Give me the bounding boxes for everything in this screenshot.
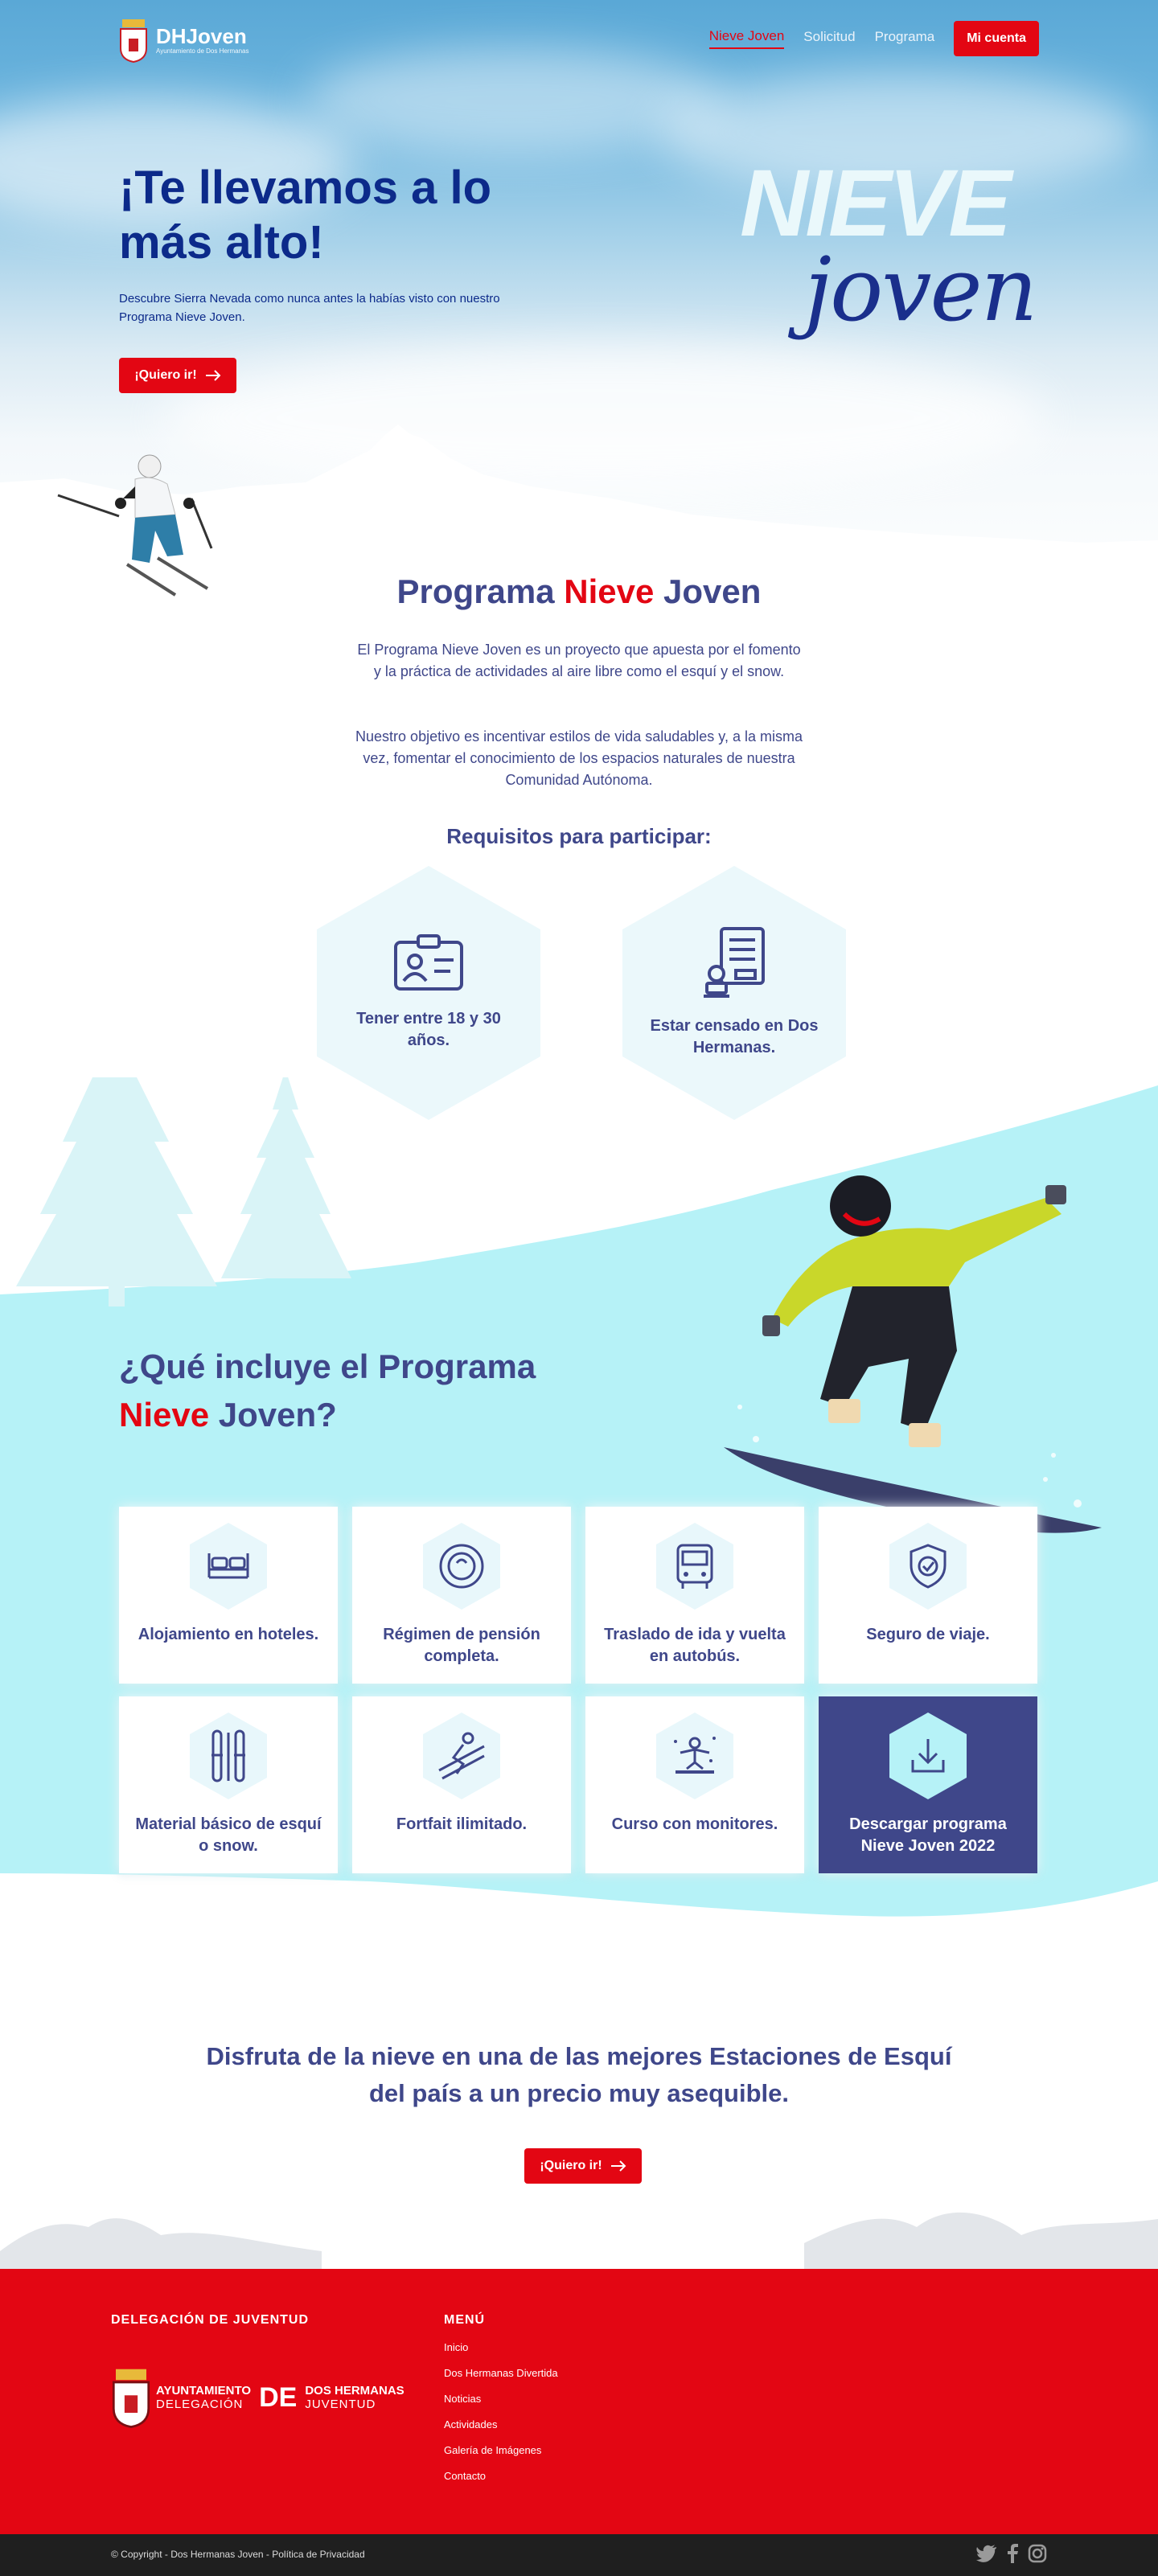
copyright: © Copyright - Dos Hermanas Joven - Polít… bbox=[111, 2549, 365, 2560]
account-button[interactable]: Mi cuenta bbox=[954, 21, 1039, 56]
includes-title: ¿Qué incluye el Programa Nieve Joven? bbox=[119, 1343, 634, 1439]
nav-link-solicitud[interactable]: Solicitud bbox=[803, 29, 855, 48]
certificate-stamp-icon bbox=[704, 927, 765, 998]
include-card-bus: Traslado de ida y vuelta en autobús. bbox=[585, 1507, 804, 1684]
include-hotels-text: Alojamiento en hoteles. bbox=[138, 1626, 319, 1643]
include-course-text: Curso con monitores. bbox=[611, 1815, 778, 1833]
brand-joven: joven bbox=[804, 238, 1037, 341]
arrow-right-icon bbox=[205, 370, 221, 381]
download-icon bbox=[911, 1739, 945, 1773]
footer-heading-menu: MENÚ bbox=[444, 2313, 486, 2327]
include-bus-text: Traslado de ida y vuelta en autobús. bbox=[604, 1626, 786, 1665]
download-program-text: Descargar programa Nieve Joven 2022 bbox=[849, 1815, 1007, 1855]
instagram-icon[interactable] bbox=[1028, 2544, 1047, 2563]
footer-logo-juventud: JUVENTUD bbox=[305, 2398, 376, 2411]
logo-title: DHJoven bbox=[156, 24, 247, 48]
program-title: Programa Nieve Joven bbox=[0, 572, 1158, 611]
footer-logo-de: DE bbox=[259, 2381, 298, 2413]
bottom-bar: © Copyright - Dos Hermanas Joven - Polít… bbox=[0, 2534, 1158, 2576]
include-card-insurance: Seguro de viaje. bbox=[819, 1507, 1037, 1684]
shield-check-icon bbox=[910, 1544, 947, 1589]
hero-description: Descubre Sierra Nevada como nunca antes … bbox=[119, 292, 500, 324]
includes-title-part3: Joven? bbox=[209, 1396, 337, 1434]
skis-icon bbox=[211, 1729, 245, 1782]
requirements-title: Requisitos para participar: bbox=[446, 824, 712, 848]
bed-icon bbox=[207, 1553, 249, 1579]
program-title-highlight: Nieve bbox=[564, 572, 655, 610]
coat-of-arms-icon bbox=[120, 19, 147, 63]
program-title-part3: Joven bbox=[654, 572, 762, 610]
coat-of-arms-icon bbox=[112, 2369, 150, 2428]
footer-link-actividades[interactable]: Actividades bbox=[444, 2417, 558, 2443]
facebook-icon[interactable] bbox=[1007, 2544, 1018, 2563]
bus-icon bbox=[676, 1544, 713, 1589]
download-program-card[interactable]: Descargar programa Nieve Joven 2022 bbox=[819, 1696, 1037, 1873]
twitter-icon[interactable] bbox=[976, 2545, 997, 2562]
footer-menu: Inicio Dos Hermanas Divertida Noticias A… bbox=[444, 2340, 558, 2494]
include-forfait-text: Fortfait ilimitado. bbox=[396, 1815, 528, 1833]
snowboarder-illustration bbox=[724, 1175, 1102, 1533]
hero-section: DHJoven Ayuntamiento de Dos Hermanas Nie… bbox=[0, 0, 1158, 611]
cta-button-label: ¡Quiero ir! bbox=[540, 2159, 602, 2172]
cta-title: Disfruta de la nieve en una de las mejor… bbox=[206, 2042, 952, 2107]
program-title-part1: Programa bbox=[396, 572, 565, 610]
include-card-course: Curso con monitores. bbox=[585, 1696, 804, 1873]
footer-logo-ayuntamiento: AYUNTAMIENTO bbox=[156, 2384, 252, 2398]
id-card-icon bbox=[394, 934, 463, 991]
requirement-census-text: Estar censado en Dos Hermanas. bbox=[650, 1017, 819, 1056]
footer-link-noticias[interactable]: Noticias bbox=[444, 2391, 558, 2417]
include-card-board: Régimen de pensión completa. bbox=[352, 1507, 571, 1684]
hero-cta-button[interactable]: ¡Quiero ir! bbox=[119, 358, 236, 393]
social-links bbox=[976, 2544, 1047, 2563]
main-nav: Nieve Joven Solicitud Programa Mi cuenta bbox=[708, 21, 1039, 56]
mountain-silhouette bbox=[0, 2212, 1158, 2270]
footer-link-dos-hermanas-divertida[interactable]: Dos Hermanas Divertida bbox=[444, 2365, 558, 2391]
footer-heading-delegation: DELEGACIÓN DE JUVENTUD bbox=[111, 2313, 310, 2327]
skier-icon bbox=[438, 1732, 485, 1780]
snowboarder-icon bbox=[674, 1737, 716, 1774]
include-equipment-text: Material básico de esquí o snow. bbox=[135, 1815, 322, 1855]
nav-link-nieve-joven[interactable]: Nieve Joven bbox=[708, 28, 785, 49]
logo-subtitle: Ayuntamiento de Dos Hermanas bbox=[156, 47, 249, 55]
include-board-text: Régimen de pensión completa. bbox=[383, 1626, 540, 1665]
include-insurance-text: Seguro de viaje. bbox=[866, 1626, 990, 1643]
footer-logo-delegacion: DELEGACIÓN bbox=[156, 2398, 244, 2411]
includes-title-part1: ¿Qué incluye el Programa bbox=[119, 1347, 536, 1385]
site-logo[interactable]: DHJoven Ayuntamiento de Dos Hermanas bbox=[119, 18, 248, 63]
brand-nieve: NIEVE bbox=[740, 150, 1012, 256]
requirement-age-text: Tener entre 18 y 30 años. bbox=[356, 1010, 501, 1049]
program-paragraph-1: El Programa Nieve Joven es un proyecto q… bbox=[357, 642, 801, 679]
include-card-equipment: Material básico de esquí o snow. bbox=[119, 1696, 338, 1873]
footer-logo[interactable]: AYUNTAMIENTO DELEGACIÓN DE DOS HERMANAS … bbox=[111, 2367, 404, 2428]
hero-title: ¡Te llevamos a lo más alto! bbox=[119, 162, 492, 269]
footer-link-inicio[interactable]: Inicio bbox=[444, 2340, 558, 2365]
footer-logo-dos-hermanas: DOS HERMANAS bbox=[305, 2384, 404, 2398]
program-paragraph-2: Nuestro objetivo es incentivar estilos d… bbox=[355, 728, 803, 788]
hero-cta-label: ¡Quiero ir! bbox=[134, 368, 197, 382]
copyright-text: © Copyright - Dos Hermanas Joven - bbox=[111, 2549, 273, 2560]
include-card-hotels: Alojamiento en hoteles. bbox=[119, 1507, 338, 1684]
nav-link-programa[interactable]: Programa bbox=[875, 29, 935, 48]
privacy-link[interactable]: Política de Privacidad bbox=[272, 2549, 364, 2560]
include-card-forfait: Fortfait ilimitado. bbox=[352, 1696, 571, 1873]
footer-link-galeria[interactable]: Galería de Imágenes bbox=[444, 2443, 558, 2468]
plate-icon bbox=[439, 1544, 484, 1589]
cta-button[interactable]: ¡Quiero ir! bbox=[524, 2148, 642, 2184]
arrow-right-icon bbox=[610, 2160, 626, 2172]
footer-link-contacto[interactable]: Contacto bbox=[444, 2468, 558, 2494]
includes-title-highlight: Nieve bbox=[119, 1396, 210, 1434]
